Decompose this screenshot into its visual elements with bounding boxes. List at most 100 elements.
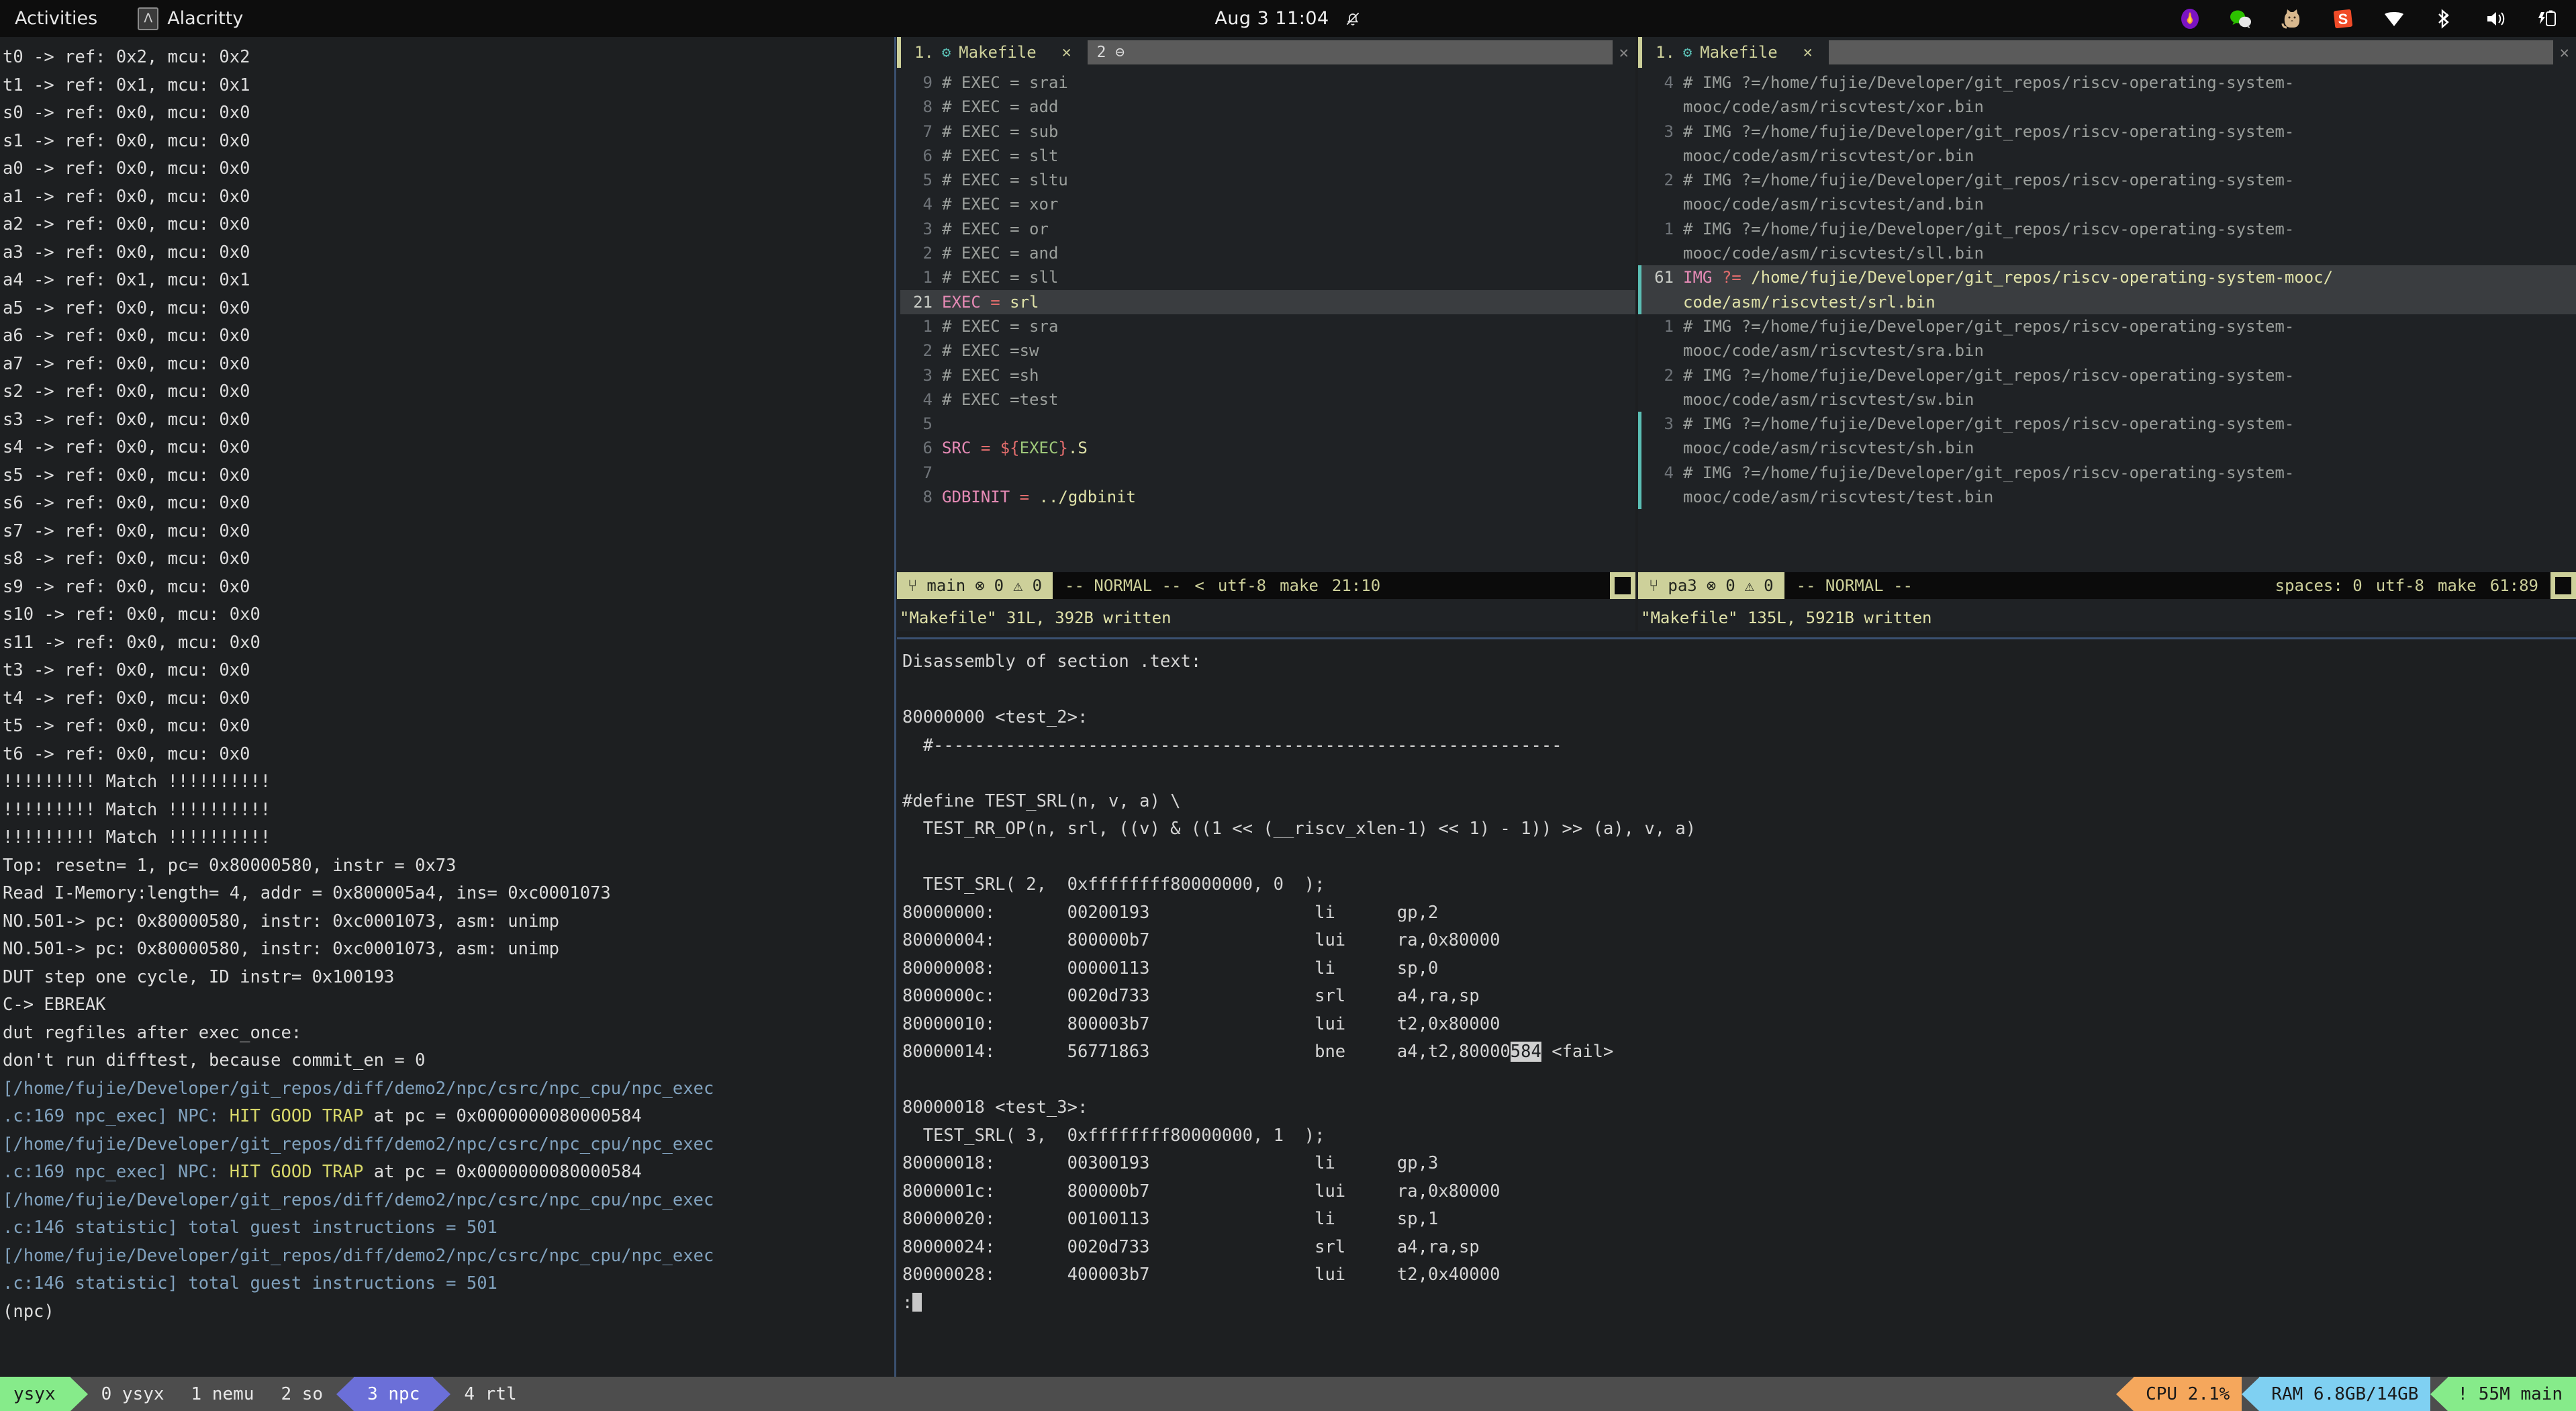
tmux-window-nemu[interactable]: 1 nemu: [178, 1377, 268, 1411]
tabline-close-icon[interactable]: ✕: [2553, 43, 2576, 62]
vim-line-text: # EXEC = slt: [942, 146, 1059, 165]
vim-line[interactable]: 7 # EXEC = sub: [897, 119, 1635, 144]
vim-line[interactable]: 1 # EXEC = sll: [897, 265, 1635, 290]
vim-line-number: 1: [922, 268, 933, 287]
objdump-disassembly-pane[interactable]: Disassembly of section .text: 80000000 <t…: [897, 641, 2576, 1377]
vim-buffer-left[interactable]: 9 # EXEC = srai 8 # EXEC = add 7 # EXEC = sub…: [897, 68, 1635, 510]
branch-name: pa3: [1668, 576, 1697, 595]
wifi-icon[interactable]: [2383, 7, 2405, 30]
tmux-window-ysyx[interactable]: 0 ysyx: [88, 1377, 178, 1411]
vim-line[interactable]: 7: [897, 460, 1635, 486]
vim-line[interactable]: 1 # IMG ?=/home/fujie/Developer/git_repos…: [1638, 216, 2576, 242]
vim-line[interactable]: 8 # EXEC = add: [897, 95, 1635, 120]
branch-name: main: [926, 576, 966, 595]
wechat-icon[interactable]: [2230, 7, 2252, 30]
tmux-ram-arrow: [2242, 1377, 2260, 1411]
vim-line[interactable]: 3 # EXEC = or: [897, 216, 1635, 242]
cat-icon[interactable]: [2281, 7, 2303, 30]
vim-wrapped-line[interactable]: .mooc/code/asm/riscvtest/sw.bin: [1638, 387, 2576, 412]
disasm-line: #define TEST_SRL(n, v, a) \: [902, 790, 1181, 811]
vim-line[interactable]: 1 # IMG ?=/home/fujie/Developer/git_repos…: [1638, 314, 2576, 339]
vim-cursor-line[interactable]: 21 EXEC = srl: [897, 289, 1635, 314]
vim-line[interactable]: 4 # IMG ?=/home/fujie/Developer/git_repos…: [1638, 71, 2576, 95]
vim-cursor-line[interactable]: 61 IMG ?= /home/fujie/Developer/git_repos…: [1638, 265, 2576, 290]
vim-tabline-left[interactable]: 1. ⚙ Makefile ✕ 2 ⊖ ✕: [897, 37, 1635, 68]
vim-wrapped-line[interactable]: .mooc/code/asm/riscvtest/test.bin: [1638, 485, 2576, 510]
vim-line-number: 7: [922, 463, 933, 482]
terminal-line: .c:169 npc_exec] NPC: HIT GOOD TRAP at p…: [3, 1162, 642, 1182]
vim-line[interactable]: 8 GDBINIT = ../gdbinit: [897, 485, 1635, 510]
vim-wrapped-line[interactable]: .mooc/code/asm/riscvtest/sll.bin: [1638, 241, 2576, 266]
vim-buffer-right[interactable]: 4 # IMG ?=/home/fujie/Developer/git_repos…: [1638, 68, 2576, 510]
close-icon[interactable]: ✕: [1062, 44, 1071, 61]
vim-line[interactable]: 1 # EXEC = sra: [897, 314, 1635, 339]
tmux-window-so[interactable]: 2 so: [267, 1377, 336, 1411]
vim-line-text: mooc/code/asm/riscvtest/sw.bin: [1683, 390, 1974, 409]
tabline-close-icon[interactable]: ✕: [1613, 43, 1635, 62]
gear-icon: ⚙: [941, 44, 951, 61]
tab-makefile[interactable]: 1. ⚙ Makefile ✕: [1642, 37, 1826, 68]
tab-second-active[interactable]: 2 ⊖: [1087, 40, 1613, 64]
vim-tabline-right[interactable]: 1. ⚙ Makefile ✕ ✕: [1638, 37, 2576, 68]
text-cursor: [912, 1292, 922, 1312]
vim-line[interactable]: 4 # EXEC =test: [897, 387, 1635, 412]
vim-pane-makefile-npc[interactable]: 1. ⚙ Makefile ✕ 2 ⊖ ✕ 9 # EXEC = srai 8 # E…: [897, 37, 1635, 631]
npc-simulator-output-pane[interactable]: t0 -> ref: 0x2, mcu: 0x2 t1 -> ref: 0x1, …: [0, 37, 894, 1377]
terminal-line: s4 -> ref: 0x0, mcu: 0x0: [3, 437, 250, 457]
vim-line[interactable]: 2 # IMG ?=/home/fujie/Developer/git_repos…: [1638, 168, 2576, 193]
vim-statusline-block-left: [1610, 572, 1635, 599]
terminal-line: t3 -> ref: 0x0, mcu: 0x0: [3, 660, 250, 680]
vim-line[interactable]: 2 # EXEC =sw: [897, 338, 1635, 363]
vim-filetype: make: [1280, 576, 1319, 595]
tmux-window-rtl[interactable]: 4 rtl: [450, 1377, 530, 1411]
vim-line-text: # EXEC = or: [942, 219, 1049, 238]
tmux-window-npc[interactable]: 3 npc: [354, 1377, 434, 1411]
vim-wrapped-line[interactable]: .mooc/code/asm/riscvtest/and.bin: [1638, 192, 2576, 217]
vim-line[interactable]: 3 # EXEC =sh: [897, 363, 1635, 388]
disasm-line: Disassembly of section .text:: [902, 651, 1202, 672]
vim-line[interactable]: 5 # EXEC = sltu: [897, 168, 1635, 193]
vim-line[interactable]: 5: [897, 412, 1635, 437]
vim-line-text: # IMG ?=/home/fujie/Developer/git_repos/…: [1683, 171, 2295, 190]
vim-line[interactable]: 2 # EXEC = and: [897, 241, 1635, 266]
terminal-screen: t0 -> ref: 0x2, mcu: 0x2 t1 -> ref: 0x1, …: [0, 37, 2576, 1377]
vim-line-text: mooc/code/asm/riscvtest/sra.bin: [1683, 341, 1984, 361]
sogou-icon[interactable]: S: [2332, 7, 2354, 30]
vim-pane-makefile-pa3[interactable]: 1. ⚙ Makefile ✕ ✕ 4 # IMG ?=/home/fujie/D…: [1638, 37, 2576, 631]
disasm-line: 80000010: 800003b7 lui t2,0x80000: [902, 1013, 1500, 1034]
bluetooth-icon[interactable]: [2434, 7, 2456, 30]
tab-makefile[interactable]: 1. ⚙ Makefile ✕: [901, 37, 1085, 68]
terminal-line: [/home/fujie/Developer/git_repos/diff/de…: [3, 1134, 714, 1154]
vim-line[interactable]: 4 # IMG ?=/home/fujie/Developer/git_repos…: [1638, 460, 2576, 486]
close-icon[interactable]: ✕: [1803, 44, 1813, 61]
terminal-line: Top: resetn= 1, pc= 0x80000580, instr = …: [3, 855, 457, 876]
terminal-line: t4 -> ref: 0x0, mcu: 0x0: [3, 688, 250, 709]
volume-icon[interactable]: [2485, 7, 2508, 30]
vim-wrapped-line[interactable]: .code/asm/riscvtest/srl.bin: [1638, 289, 2576, 314]
system-tray: S: [2179, 0, 2559, 37]
vim-line-number: 1: [1664, 219, 1674, 238]
vim-line-number: 8: [922, 488, 933, 507]
vim-wrapped-line[interactable]: .mooc/code/asm/riscvtest/or.bin: [1638, 143, 2576, 169]
vim-line-text: # IMG ?=/home/fujie/Developer/git_repos/…: [1683, 414, 2295, 434]
vim-line[interactable]: 6 # EXEC = slt: [897, 143, 1635, 169]
vim-line[interactable]: 4 # EXEC = xor: [897, 192, 1635, 217]
tmux-session-name[interactable]: ysyx: [0, 1377, 70, 1411]
vim-statusline-left: ⑂ main ⊗ 0 ⚠ 0 -- NORMAL -- < utf-8 make…: [897, 572, 1635, 599]
terminal-line: a2 -> ref: 0x0, mcu: 0x0: [3, 214, 250, 234]
flame-app-icon[interactable]: [2179, 7, 2201, 30]
vim-line-number: .: [1641, 436, 1683, 460]
tab-second-label: 2 ⊖: [1096, 44, 1125, 61]
vim-line-number: 5: [922, 171, 933, 190]
battery-charging-icon[interactable]: [2536, 7, 2559, 30]
vim-line[interactable]: 3 # IMG ?=/home/fujie/Developer/git_repos…: [1638, 119, 2576, 144]
vim-line[interactable]: 2 # IMG ?=/home/fujie/Developer/git_repos…: [1638, 363, 2576, 388]
vim-line[interactable]: 6 SRC = ${EXEC}.S: [897, 436, 1635, 461]
vim-line[interactable]: 3 # IMG ?=/home/fujie/Developer/git_repos…: [1638, 412, 2576, 437]
vim-wrapped-line[interactable]: .mooc/code/asm/riscvtest/xor.bin: [1638, 95, 2576, 120]
vim-wrapped-line[interactable]: .mooc/code/asm/riscvtest/sh.bin: [1638, 436, 2576, 461]
vim-wrapped-line[interactable]: .mooc/code/asm/riscvtest/sra.bin: [1638, 338, 2576, 363]
vim-line[interactable]: 9 # EXEC = srai: [897, 71, 1635, 95]
vim-line-text: GDBINIT = ../gdbinit: [942, 488, 1137, 507]
terminal-line: [/home/fujie/Developer/git_repos/diff/de…: [3, 1245, 714, 1266]
